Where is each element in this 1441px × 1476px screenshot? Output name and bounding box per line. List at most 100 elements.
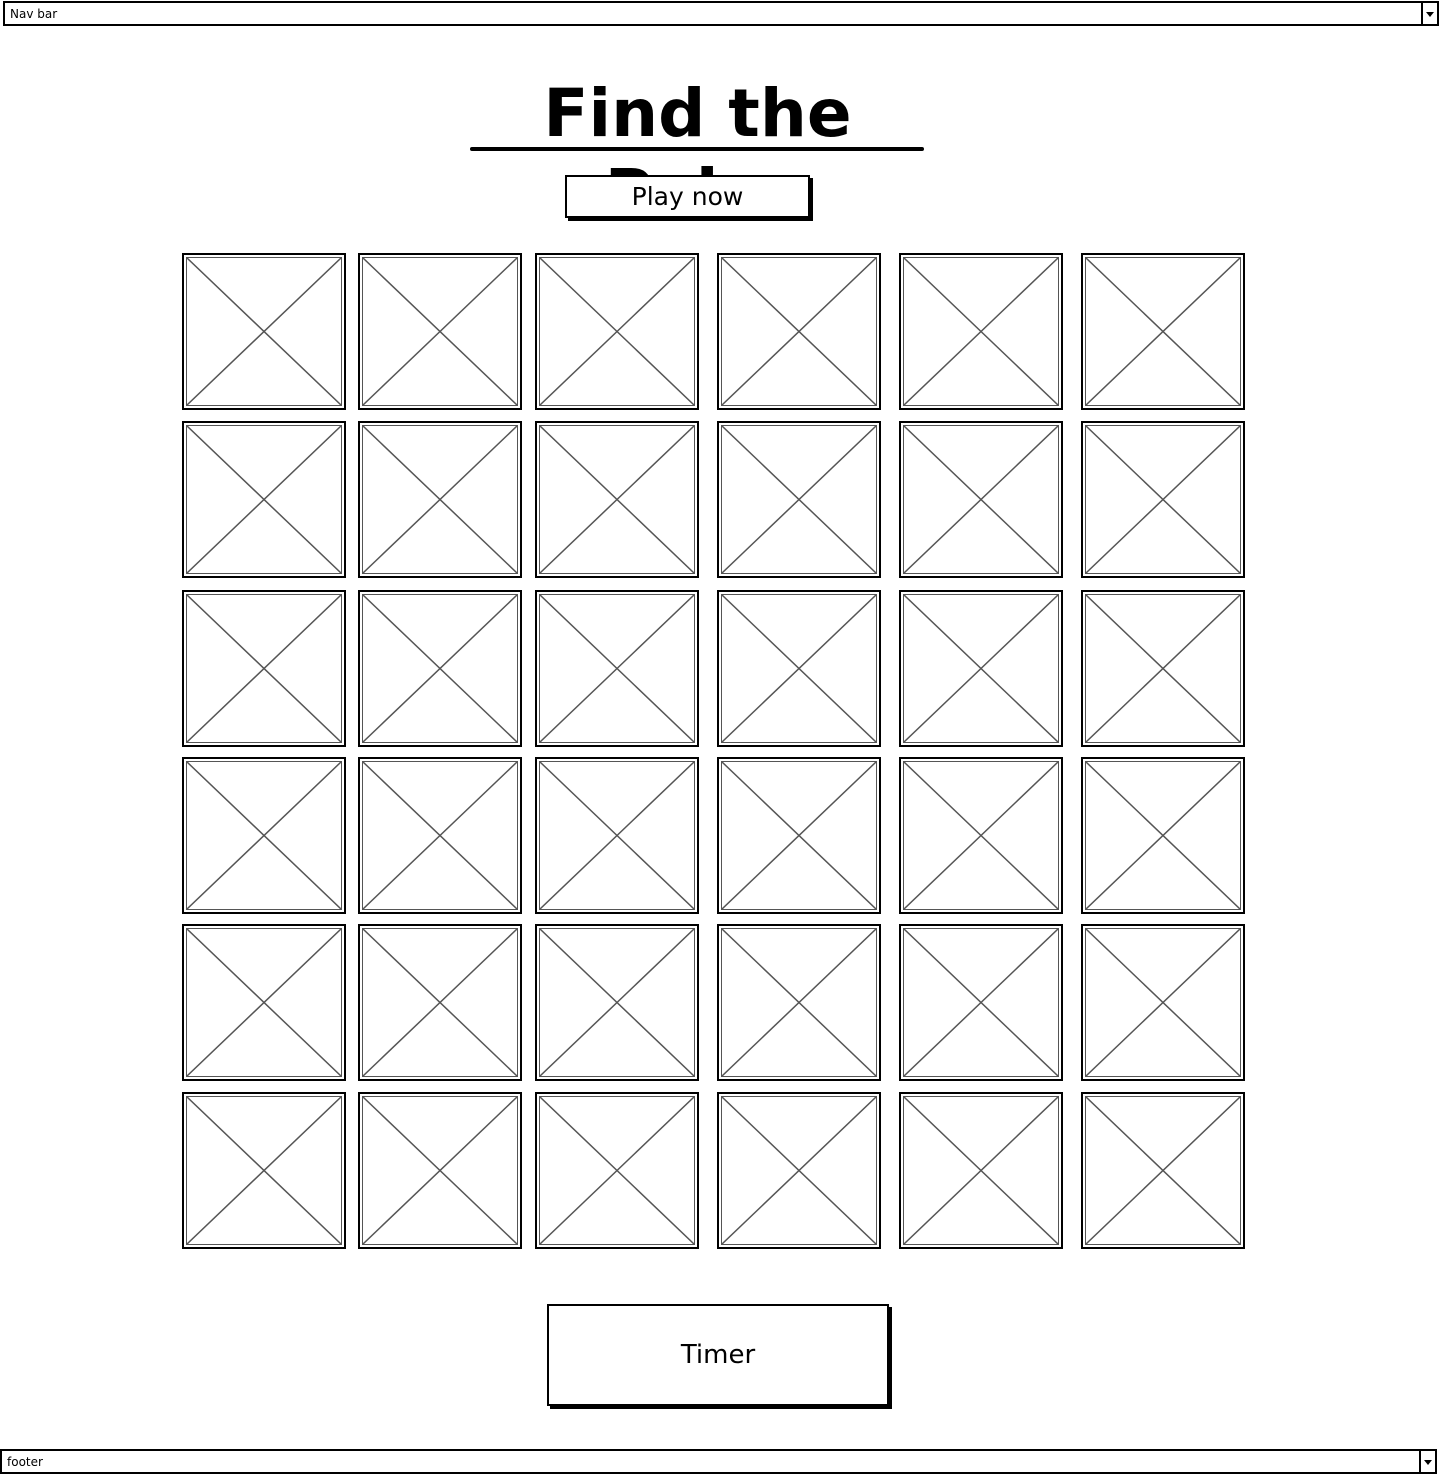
card-tile[interactable] xyxy=(899,590,1063,747)
nav-bar[interactable]: Nav bar xyxy=(3,1,1439,26)
card-tile[interactable] xyxy=(358,757,522,914)
card-tile[interactable] xyxy=(535,590,699,747)
image-placeholder-icon xyxy=(540,426,694,573)
card-tile[interactable] xyxy=(1081,757,1245,914)
image-placeholder-icon xyxy=(904,595,1058,742)
image-placeholder-icon xyxy=(1086,1097,1240,1244)
image-placeholder-icon xyxy=(1086,258,1240,405)
image-placeholder-icon xyxy=(722,426,876,573)
card-inner-frame xyxy=(721,257,877,406)
image-placeholder-icon xyxy=(363,1097,517,1244)
card-inner-frame xyxy=(539,1096,695,1245)
card-inner-frame xyxy=(721,1096,877,1245)
timer-display: Timer xyxy=(547,1304,889,1406)
card-inner-frame xyxy=(186,594,342,743)
card-inner-frame xyxy=(903,928,1059,1077)
footer-label: footer xyxy=(7,1454,43,1469)
card-inner-frame xyxy=(539,928,695,1077)
card-inner-frame xyxy=(721,928,877,1077)
card-inner-frame xyxy=(539,257,695,406)
card-inner-frame xyxy=(539,594,695,743)
image-placeholder-icon xyxy=(363,929,517,1076)
card-inner-frame xyxy=(721,761,877,910)
card-tile[interactable] xyxy=(535,1092,699,1249)
image-placeholder-icon xyxy=(1086,762,1240,909)
card-tile[interactable] xyxy=(899,924,1063,1081)
image-placeholder-icon xyxy=(187,929,341,1076)
card-tile[interactable] xyxy=(899,421,1063,578)
chevron-down-icon[interactable] xyxy=(1419,1451,1435,1472)
card-tile[interactable] xyxy=(535,924,699,1081)
image-placeholder-icon xyxy=(1086,929,1240,1076)
card-tile[interactable] xyxy=(535,757,699,914)
image-placeholder-icon xyxy=(540,595,694,742)
card-inner-frame xyxy=(903,1096,1059,1245)
card-tile[interactable] xyxy=(358,924,522,1081)
card-inner-frame xyxy=(362,761,518,910)
card-inner-frame xyxy=(539,425,695,574)
card-inner-frame xyxy=(903,761,1059,910)
card-inner-frame xyxy=(903,425,1059,574)
card-inner-frame xyxy=(186,257,342,406)
card-tile[interactable] xyxy=(1081,924,1245,1081)
image-placeholder-icon xyxy=(363,426,517,573)
image-placeholder-icon xyxy=(722,1097,876,1244)
card-inner-frame xyxy=(539,761,695,910)
image-placeholder-icon xyxy=(904,426,1058,573)
card-tile[interactable] xyxy=(717,924,881,1081)
card-tile[interactable] xyxy=(358,421,522,578)
card-inner-frame xyxy=(1085,1096,1241,1245)
play-now-button[interactable]: Play now xyxy=(565,175,810,218)
image-placeholder-icon xyxy=(1086,595,1240,742)
card-tile[interactable] xyxy=(535,421,699,578)
card-tile[interactable] xyxy=(182,1092,346,1249)
card-grid xyxy=(182,253,1246,1251)
image-placeholder-icon xyxy=(722,595,876,742)
chevron-down-icon[interactable] xyxy=(1421,3,1437,24)
card-tile[interactable] xyxy=(182,590,346,747)
card-inner-frame xyxy=(1085,928,1241,1077)
image-placeholder-icon xyxy=(363,595,517,742)
card-inner-frame xyxy=(362,1096,518,1245)
card-inner-frame xyxy=(362,257,518,406)
card-tile[interactable] xyxy=(899,253,1063,410)
card-inner-frame xyxy=(186,425,342,574)
card-tile[interactable] xyxy=(1081,421,1245,578)
card-tile[interactable] xyxy=(899,757,1063,914)
image-placeholder-icon xyxy=(187,426,341,573)
card-tile[interactable] xyxy=(182,421,346,578)
image-placeholder-icon xyxy=(904,1097,1058,1244)
card-tile[interactable] xyxy=(717,253,881,410)
card-tile[interactable] xyxy=(1081,590,1245,747)
card-tile[interactable] xyxy=(358,590,522,747)
title-underline xyxy=(470,147,924,151)
card-inner-frame xyxy=(1085,594,1241,743)
card-inner-frame xyxy=(1085,761,1241,910)
card-tile[interactable] xyxy=(717,590,881,747)
image-placeholder-icon xyxy=(363,762,517,909)
image-placeholder-icon xyxy=(904,258,1058,405)
card-inner-frame xyxy=(186,928,342,1077)
card-tile[interactable] xyxy=(182,924,346,1081)
card-inner-frame xyxy=(186,1096,342,1245)
image-placeholder-icon xyxy=(722,762,876,909)
card-tile[interactable] xyxy=(358,1092,522,1249)
nav-bar-label: Nav bar xyxy=(10,6,58,21)
card-tile[interactable] xyxy=(899,1092,1063,1249)
card-tile[interactable] xyxy=(182,253,346,410)
card-inner-frame xyxy=(362,425,518,574)
image-placeholder-icon xyxy=(187,1097,341,1244)
card-tile[interactable] xyxy=(1081,1092,1245,1249)
footer-bar[interactable]: footer xyxy=(0,1449,1437,1474)
card-tile[interactable] xyxy=(1081,253,1245,410)
image-placeholder-icon xyxy=(540,258,694,405)
card-tile[interactable] xyxy=(358,253,522,410)
card-tile[interactable] xyxy=(717,1092,881,1249)
card-tile[interactable] xyxy=(717,757,881,914)
image-placeholder-icon xyxy=(187,762,341,909)
card-inner-frame xyxy=(186,761,342,910)
image-placeholder-icon xyxy=(722,929,876,1076)
card-tile[interactable] xyxy=(717,421,881,578)
card-tile[interactable] xyxy=(182,757,346,914)
card-tile[interactable] xyxy=(535,253,699,410)
